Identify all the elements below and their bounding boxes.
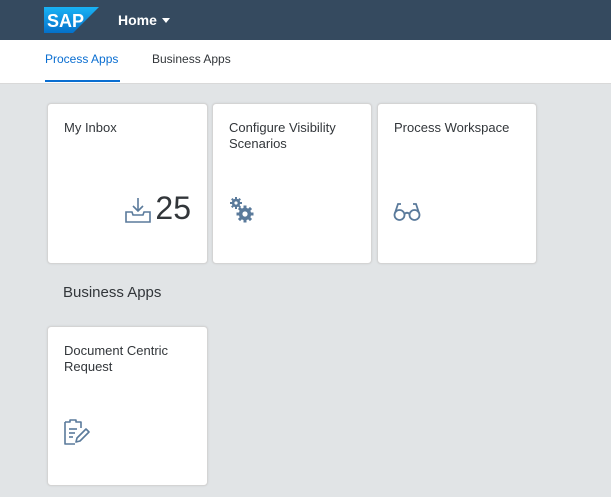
tab-business-apps[interactable]: Business Apps	[152, 52, 231, 66]
tile-document-centric-request[interactable]: Document Centric Request	[47, 326, 208, 486]
tile-configure-visibility-scenarios[interactable]: Configure Visibility Scenarios	[212, 103, 372, 264]
home-menu-label: Home	[118, 12, 157, 28]
inbox-download-icon	[125, 198, 151, 223]
tile-process-workspace[interactable]: Process Workspace	[377, 103, 537, 264]
group-title-business-apps: Business Apps	[63, 284, 162, 301]
tile-title: Process Workspace	[394, 120, 510, 135]
document-edit-icon	[64, 419, 90, 445]
tab-bar: Process Apps Business Apps	[0, 40, 611, 84]
tile-my-inbox[interactable]: My Inbox 25	[47, 103, 208, 264]
gears-icon	[230, 197, 254, 223]
glasses-icon	[393, 203, 421, 221]
inbox-count: 25	[155, 190, 191, 226]
sap-logo[interactable]: SAP	[44, 7, 99, 33]
svg-text:SAP: SAP	[47, 11, 84, 31]
tile-title: Document Centric Request	[64, 343, 169, 374]
active-tab-indicator	[45, 80, 120, 82]
tab-process-apps[interactable]: Process Apps	[45, 52, 118, 66]
chevron-down-icon	[161, 18, 170, 23]
tile-title: My Inbox	[64, 120, 117, 135]
shell-header: SAP Home	[0, 0, 611, 40]
home-menu[interactable]: Home	[118, 12, 170, 28]
tile-title: Configure Visibility Scenarios	[229, 120, 336, 151]
